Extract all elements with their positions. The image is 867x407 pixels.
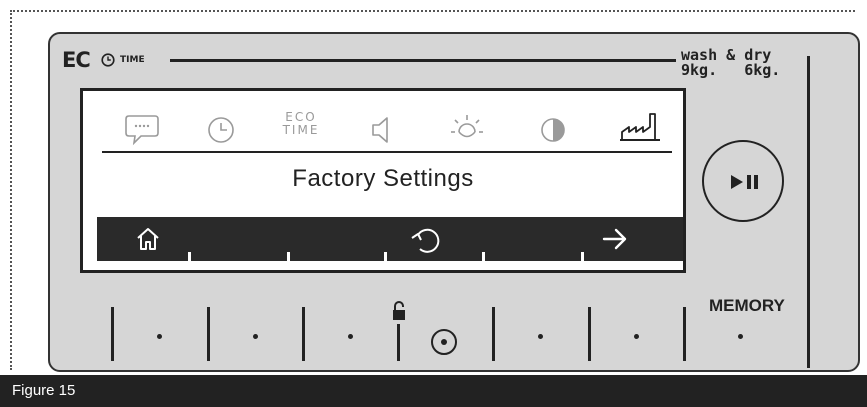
memory-button[interactable] <box>738 334 743 339</box>
right-divider <box>807 56 810 368</box>
button-dot[interactable] <box>253 334 258 339</box>
eco-logo: EC <box>62 48 91 72</box>
brightness-icon[interactable] <box>449 111 485 147</box>
display-screen: ECO TIME Factory Settings <box>80 88 686 273</box>
nav-notch <box>188 252 191 261</box>
button-divider <box>302 307 305 361</box>
memory-label: MEMORY <box>709 296 785 315</box>
button-divider <box>397 324 400 361</box>
eco-time-label: TIME <box>120 55 145 65</box>
nav-notch <box>581 252 584 261</box>
screen-title: Factory Settings <box>292 165 474 192</box>
button-divider <box>588 307 591 361</box>
center-target-icon[interactable] <box>429 327 459 357</box>
speaker-icon[interactable] <box>370 115 396 145</box>
eco-time-icon[interactable]: ECO TIME <box>271 111 331 137</box>
reset-icon[interactable] <box>409 224 443 254</box>
nav-notch <box>482 252 485 261</box>
nav-notch <box>287 252 290 261</box>
button-dot[interactable] <box>634 334 639 339</box>
nav-notch <box>384 252 387 261</box>
figure-caption: Figure 15 <box>12 382 76 399</box>
button-divider <box>207 307 210 361</box>
button-divider <box>683 307 686 361</box>
lock-icon <box>393 301 405 320</box>
button-dot[interactable] <box>538 334 543 339</box>
eco-time-icon-text-2: TIME <box>282 123 320 137</box>
button-divider <box>111 307 114 361</box>
caption-bar <box>0 375 867 407</box>
arrow-right-icon[interactable] <box>601 226 631 252</box>
screen-nav-bar <box>97 217 683 261</box>
button-divider <box>492 307 495 361</box>
clock-icon[interactable] <box>206 115 236 145</box>
play-pause-icon <box>731 175 758 189</box>
screen-divider <box>102 151 672 153</box>
button-dot[interactable] <box>348 334 353 339</box>
factory-icon[interactable] <box>619 109 663 145</box>
play-pause-button[interactable] <box>702 140 784 222</box>
wash-dry-capacity: wash & dry 9kg. 6kg. <box>681 48 780 78</box>
button-dot[interactable] <box>157 334 162 339</box>
capacity-values: 9kg. 6kg. <box>681 61 781 79</box>
chat-bubble-icon[interactable] <box>123 113 161 147</box>
header-rule <box>170 59 676 62</box>
eco-clock-icon <box>101 53 115 67</box>
home-icon[interactable] <box>135 226 161 252</box>
contrast-icon[interactable] <box>538 115 568 145</box>
